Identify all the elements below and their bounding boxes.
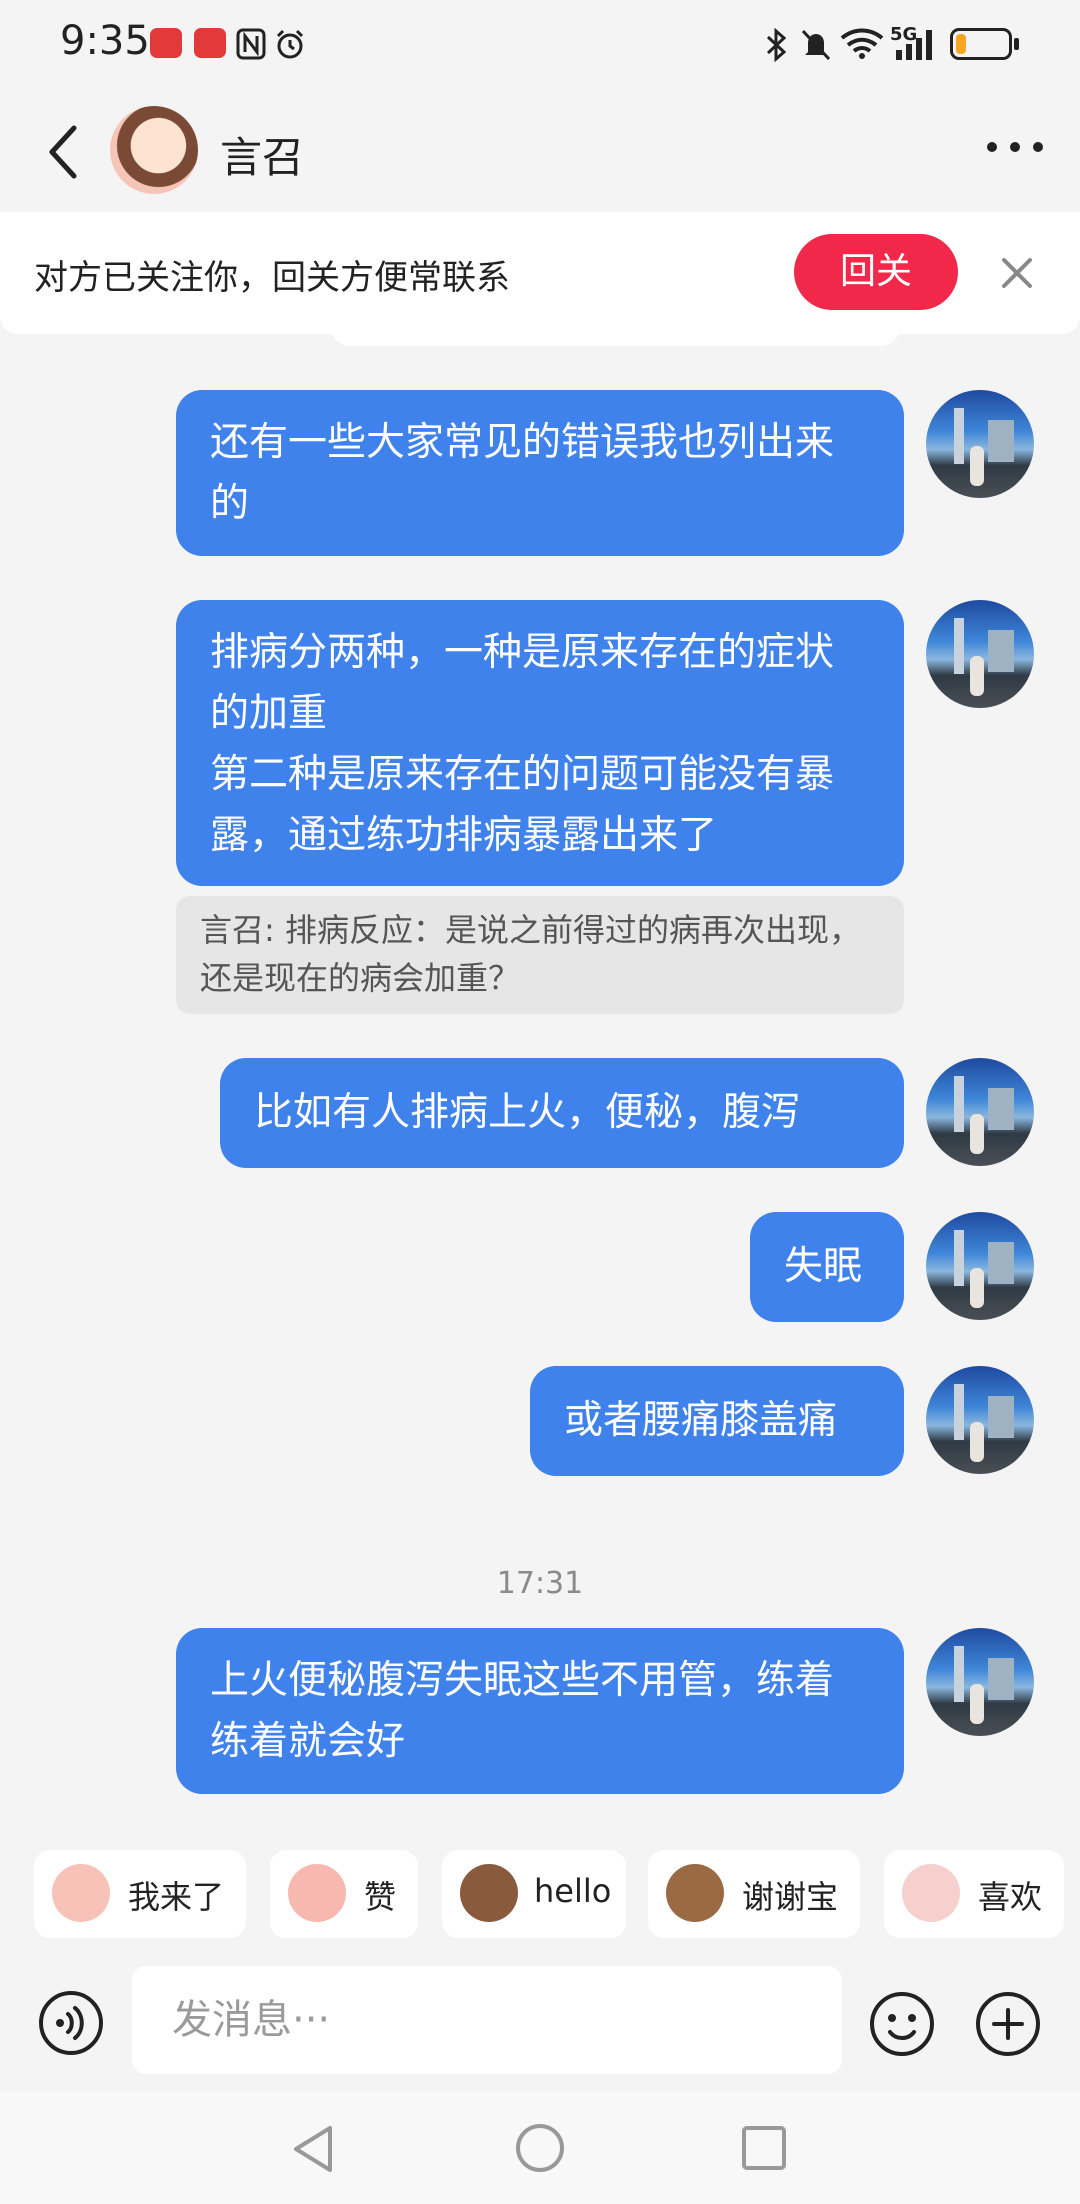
quick-reply-chip[interactable]: 喜欢: [884, 1850, 1064, 1938]
mute-icon: [801, 29, 831, 61]
bluetooth-icon: [766, 28, 787, 62]
quick-reply-label: 谢谢宝: [742, 1878, 839, 1916]
hidden-message-edge: [330, 320, 900, 346]
system-nav-bar: [0, 2092, 1080, 2204]
quick-reply-label: 喜欢: [978, 1878, 1043, 1916]
quick-reply-chip[interactable]: 赞: [270, 1850, 418, 1938]
quoted-message[interactable]: 言召: 排病反应：是说之前得过的病再次出现，还是现在的病会加重？: [176, 896, 904, 1014]
message-bubble[interactable]: 比如有人排病上火，便秘，腹泻: [220, 1058, 904, 1168]
message-input[interactable]: [132, 1966, 842, 2074]
more-horizontal-icon[interactable]: [980, 122, 1050, 172]
my-avatar[interactable]: [926, 1628, 1034, 1736]
my-avatar[interactable]: [926, 1366, 1034, 1474]
message-input-bar: [0, 1960, 1080, 2092]
my-avatar[interactable]: [926, 600, 1034, 708]
follow-banner-text: 对方已关注你，回关方便常联系: [34, 258, 510, 298]
quick-reply-label: 我来了: [128, 1878, 225, 1916]
quick-reply-bar: 我来了 赞 hello 谢谢宝 喜欢: [0, 1818, 1080, 1960]
quick-reply-label: hello: [534, 1872, 612, 1910]
nav-recents-icon[interactable]: [740, 2124, 788, 2172]
quick-reply-chip[interactable]: 谢谢宝: [648, 1850, 860, 1938]
message-bubble[interactable]: 或者腰痛膝盖痛: [530, 1366, 904, 1476]
status-time: 9:35: [60, 18, 150, 64]
nfc-icon: [236, 28, 266, 60]
sticker-icon: [460, 1864, 518, 1922]
message-timestamp: 17:31: [496, 1566, 584, 1601]
quick-reply-chip[interactable]: hello: [442, 1850, 626, 1938]
my-avatar[interactable]: [926, 1212, 1034, 1320]
quick-reply-label: 赞: [364, 1878, 397, 1916]
quick-reply-chip[interactable]: 我来了: [34, 1850, 246, 1938]
voice-icon[interactable]: [38, 1990, 104, 2056]
contact-avatar[interactable]: [110, 106, 198, 194]
my-avatar[interactable]: [926, 1058, 1034, 1166]
battery-level: [956, 34, 966, 54]
sticker-icon: [666, 1864, 724, 1922]
my-avatar[interactable]: [926, 390, 1034, 498]
back-button[interactable]: [40, 122, 90, 182]
notification-app-icon: [150, 28, 182, 58]
message-bubble[interactable]: 失眠: [750, 1212, 904, 1322]
nav-home-icon[interactable]: [514, 2122, 566, 2174]
sticker-icon: [52, 1864, 110, 1922]
sticker-icon: [902, 1864, 960, 1922]
emoji-icon[interactable]: [868, 1990, 936, 2058]
message-bubble[interactable]: 排病分两种，一种是原来存在的症状的加重 第二种是原来存在的问题可能没有暴露，通过…: [176, 600, 904, 886]
nav-back-icon[interactable]: [290, 2124, 336, 2174]
notification-app-icon: [194, 28, 226, 58]
wifi-icon: [840, 28, 884, 59]
plus-icon[interactable]: [974, 1990, 1042, 2058]
sticker-icon: [288, 1864, 346, 1922]
follow-back-button[interactable]: 回关: [794, 234, 958, 310]
close-icon[interactable]: [992, 248, 1042, 298]
chat-header: 言召: [0, 92, 1080, 210]
signal-icon: [896, 30, 932, 60]
message-bubble[interactable]: 还有一些大家常见的错误我也列出来的: [176, 390, 904, 556]
contact-name[interactable]: 言召: [220, 124, 304, 185]
battery-tip: [1014, 38, 1019, 50]
follow-back-banner: 对方已关注你，回关方便常联系 回关: [0, 212, 1080, 334]
alarm-icon: [276, 29, 304, 59]
message-bubble[interactable]: 上火便秘腹泻失眠这些不用管，练着练着就会好: [176, 1628, 904, 1794]
status-bar: 9:35 5G: [0, 0, 1080, 92]
battery-icon: [950, 28, 1012, 60]
